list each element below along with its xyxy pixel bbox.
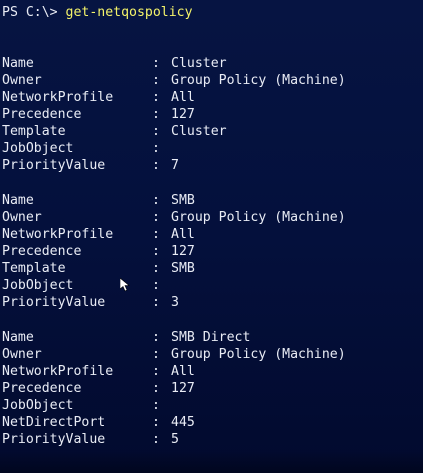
property-key: NetworkProfile <box>2 90 114 105</box>
property-key: JobObject <box>2 141 74 156</box>
property-value: All <box>171 227 195 242</box>
property-key: Owner <box>2 210 42 225</box>
property-key: Owner <box>2 73 42 88</box>
prompt-line: PS C:\> get-netqospolicy <box>2 4 193 21</box>
powershell-console[interactable]: PS C:\> get-netqospolicy Name: Cluster Ow… <box>0 0 423 473</box>
property-key: NetworkProfile <box>2 227 114 242</box>
property-value: All <box>171 90 195 105</box>
mouse-pointer-icon <box>120 278 130 292</box>
property-separator: : <box>152 432 160 447</box>
property-key: JobObject <box>2 278 74 293</box>
property-separator: : <box>152 261 160 276</box>
property-value: Group Policy (Machine) <box>171 73 346 88</box>
property-value: 3 <box>171 295 179 310</box>
property-key: PriorityValue <box>2 158 106 173</box>
property-separator: : <box>152 295 160 310</box>
property-value: SMB <box>171 193 195 208</box>
property-key: NetDirectPort <box>2 415 106 430</box>
property-value: SMB <box>171 261 195 276</box>
property-value: 127 <box>171 107 195 122</box>
property-separator: : <box>152 278 160 293</box>
property-value: 5 <box>171 432 179 447</box>
property-value: Group Policy (Machine) <box>171 347 346 362</box>
property-key: Template <box>2 261 66 276</box>
property-key: Precedence <box>2 244 82 259</box>
bottom-shade <box>0 451 423 473</box>
property-key: PriorityValue <box>2 295 106 310</box>
property-value: All <box>171 364 195 379</box>
property-separator: : <box>152 124 160 139</box>
property-separator: : <box>152 107 160 122</box>
property-value: Group Policy (Machine) <box>171 210 346 225</box>
property-key: Owner <box>2 347 42 362</box>
property-value: Cluster <box>171 124 227 139</box>
property-key: NetworkProfile <box>2 364 114 379</box>
property-separator: : <box>152 398 160 413</box>
property-separator: : <box>152 56 160 71</box>
property-value: 7 <box>171 158 179 173</box>
property-key: Name <box>2 56 34 71</box>
property-separator: : <box>152 364 160 379</box>
property-separator: : <box>152 244 160 259</box>
property-separator: : <box>152 158 160 173</box>
property-separator: : <box>152 330 160 345</box>
property-separator: : <box>152 193 160 208</box>
property-value: SMB Direct <box>171 330 251 345</box>
property-separator: : <box>152 415 160 430</box>
property-key: JobObject <box>2 398 74 413</box>
prompt-path: PS C:\> <box>2 5 58 20</box>
property-value: 127 <box>171 244 195 259</box>
property-separator: : <box>152 347 160 362</box>
property-key: Precedence <box>2 107 82 122</box>
property-value: Cluster <box>171 56 227 71</box>
property-key: Name <box>2 193 34 208</box>
property-key: Name <box>2 330 34 345</box>
property-separator: : <box>152 73 160 88</box>
property-value: 445 <box>171 415 195 430</box>
property-separator: : <box>152 381 160 396</box>
property-separator: : <box>152 227 160 242</box>
property-value: 127 <box>171 381 195 396</box>
property-key: Template <box>2 124 66 139</box>
property-separator: : <box>152 90 160 105</box>
property-key: PriorityValue <box>2 432 106 447</box>
property-key: Precedence <box>2 381 82 396</box>
property-separator: : <box>152 141 160 156</box>
command-text: get-netqospolicy <box>65 5 193 20</box>
property-separator: : <box>152 210 160 225</box>
